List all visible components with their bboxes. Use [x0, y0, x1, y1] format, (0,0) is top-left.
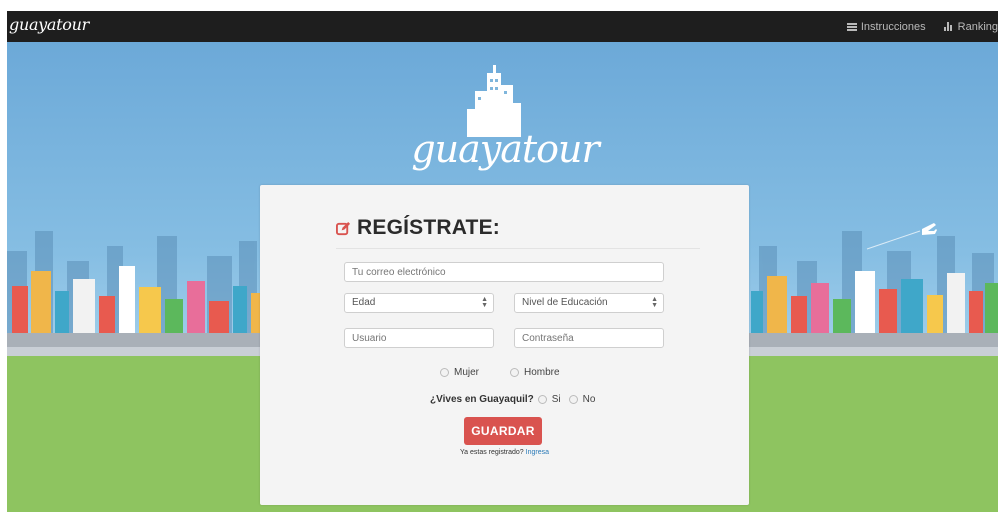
edit-icon [336, 221, 351, 235]
registration-card: REGÍSTRATE: Edad ▲▼ Nivel de Educación ▲… [260, 185, 749, 505]
bar-chart-icon [943, 22, 954, 31]
nav-link-instrucciones[interactable]: Instrucciones [846, 20, 926, 33]
updown-arrow-icon: ▲ ▼ [651, 296, 658, 309]
gender-option-mujer[interactable]: Mujer [440, 367, 479, 378]
skyscraper-logo-icon [467, 65, 521, 137]
age-select[interactable]: Edad ▲ ▼ [344, 293, 494, 313]
lives-question-label: ¿Vives en Guayaquil? [430, 394, 534, 405]
brand-logo[interactable]: guayatour [9, 15, 89, 34]
education-select[interactable]: Nivel de Educación ▲ ▼ [514, 293, 664, 313]
nav-link-ranking[interactable]: Ranking [943, 20, 998, 33]
title-divider [336, 248, 700, 249]
radio-label: Si [551, 394, 561, 405]
top-navbar: guayatour Instrucciones Ranking [7, 11, 998, 42]
radio-label: Hombre [524, 367, 560, 378]
nav-links: Instrucciones Ranking [846, 11, 998, 42]
radio-button[interactable] [537, 395, 547, 404]
list-icon [846, 22, 857, 31]
gender-option-hombre[interactable]: Hombre [510, 367, 560, 378]
hero-logo-text: guayatour [411, 127, 599, 171]
radio-button[interactable] [568, 395, 578, 404]
age-select-value: Edad [352, 297, 376, 308]
form-title: REGÍSTRATE: [336, 216, 500, 240]
username-field[interactable] [344, 328, 494, 348]
guardar-button[interactable]: GUARDAR [464, 417, 542, 445]
login-link[interactable]: Ingresa [526, 449, 549, 456]
education-select-value: Nivel de Educación [522, 297, 608, 308]
app-frame: guayatour Instrucciones Ranking guayatou… [7, 11, 998, 512]
form-title-text: REGÍSTRATE: [357, 216, 500, 239]
email-field[interactable] [344, 262, 664, 282]
radio-button[interactable] [510, 368, 519, 377]
radio-button[interactable] [440, 368, 449, 377]
lives-in-guayaquil-row: ¿Vives en Guayaquil? Si No [430, 394, 595, 405]
nav-link-label: Instrucciones [860, 20, 926, 33]
nav-link-label: Ranking [957, 20, 998, 33]
updown-arrow-icon: ▲ ▼ [481, 296, 488, 309]
login-prompt: Ya estas registrado? Ingresa [260, 449, 749, 456]
radio-label: Mujer [454, 367, 480, 378]
hero-logo: guayatour [405, 57, 605, 187]
login-prompt-text: Ya estas registrado? [460, 449, 524, 456]
password-field[interactable] [514, 328, 664, 348]
radio-label: No [582, 394, 596, 405]
